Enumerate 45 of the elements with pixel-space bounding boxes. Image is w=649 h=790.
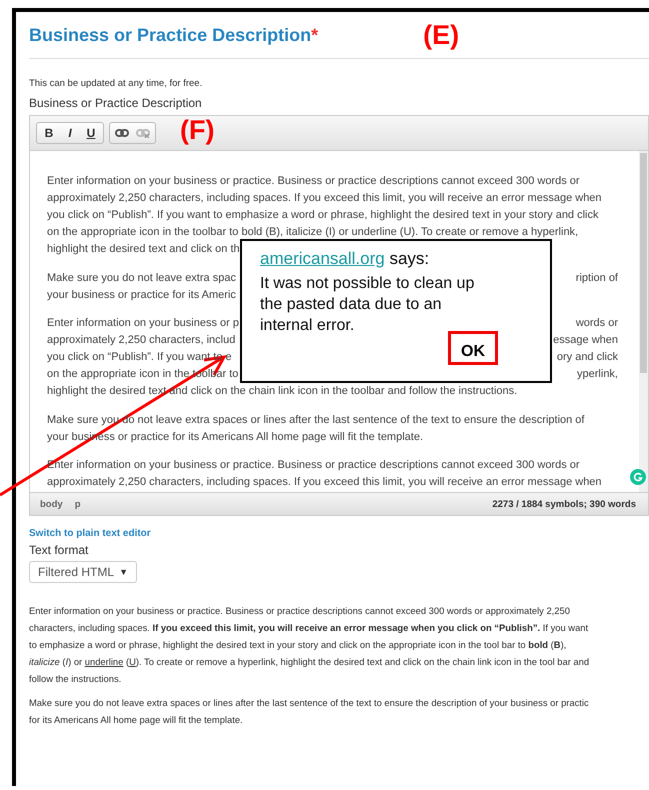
instruction-text: characters, including spaces. If you exceed this limit, you will receive an error message when you click on “Publish”. If you want [29,621,590,635]
grammar-checker-icon[interactable] [630,469,646,485]
word-count: 2273 / 1884 symbols; 390 words [492,498,636,510]
instruction-text: to emphasize a word or phrase, highlight the desired text in your story and click on the appropriate icon in the tool bar to bold (B), [29,638,568,652]
chain-link-icon [115,128,129,138]
editor-text: you click on “Publish”. If you want to emphasize a word or phrase, highlight the desired text in your story and click [47,208,598,223]
chain-link-icon [136,128,150,138]
editor-text: approximately 2,250 characters, including spaces. If you exceed this limit, you will receive an error message when [47,191,602,206]
editor-text: essage when [553,333,618,348]
section-title: Business or Practice Description* [29,24,318,46]
editor-text: ription of [576,270,618,286]
format-label: Text format [29,543,90,557]
editor-text: Enter information on your business or practice. Business or practice descriptions cannot exceed 300 words or [47,174,580,189]
plain-text-link[interactable]: Switch to plain text editor [29,528,151,539]
format-dropdown[interactable]: Filtered HTML ▼ [29,561,137,583]
ok-button[interactable]: OK [448,331,498,365]
field-label: Business or Practice Description [29,96,203,110]
instruction-text: follow the instructions. [29,672,122,686]
editor-text: on the appropriate icon in the toolbar to bold (B), italicize (I) or underline (U). To create or remove a hyperlink, [47,225,578,240]
dialog-says: says: [389,249,430,268]
scrollbar[interactable] [639,151,648,492]
instruction-text: for its Americans All home page will fit the template. [29,713,244,727]
underline-button[interactable]: U [82,124,100,142]
editor-text: Make sure you do not leave extra spaces or lines after the last sentence of the text to ensure the description of [47,412,584,428]
hint-text: This can be updated at any time, for free. [29,78,204,89]
callout-label: (E) [423,20,460,50]
editor-text: highlight the desired text and click on the chain link icon in the toolbar and follow the instructions. [47,384,518,399]
editor-text: approximately 2,250 characters, includ [47,333,236,348]
required-mark: * [311,24,318,44]
italic-button[interactable]: I [61,124,79,142]
element-path-item[interactable]: body [40,498,63,510]
instruction-text: Make sure you do not leave extra spaces or lines after the last sentence of the text to ensure the description of your business or practic [29,696,590,710]
instruction-text: Enter information on your business or practice. Business or practice descriptions cannot exceed 300 words or approximately 2,250 [29,604,571,618]
editor-text: Make sure you do not leave extra spac [47,270,236,286]
element-path-item[interactable]: p [74,498,81,510]
editor-text: Enter information on your business or p [47,316,239,331]
editor-text: words or [576,316,618,331]
editor-text: ory and click [556,350,618,365]
instruction-text: italicize (I) or underline (U). To create or remove a hyperlink, highlight the desired text and click on the chain link icon in the tool bar and [29,655,590,669]
callout-label: (F) [180,115,214,146]
editor-text: approximately 2,250 characters, including spaces. If you exceed this limit, you will receive an error message when [47,475,602,490]
editor-text: your business or practice for its Americ [47,288,236,302]
bold-button[interactable]: B [40,124,58,142]
editor-text: highlight the desired text and click on th [47,242,240,257]
editor-text: yperlink, [577,367,618,382]
